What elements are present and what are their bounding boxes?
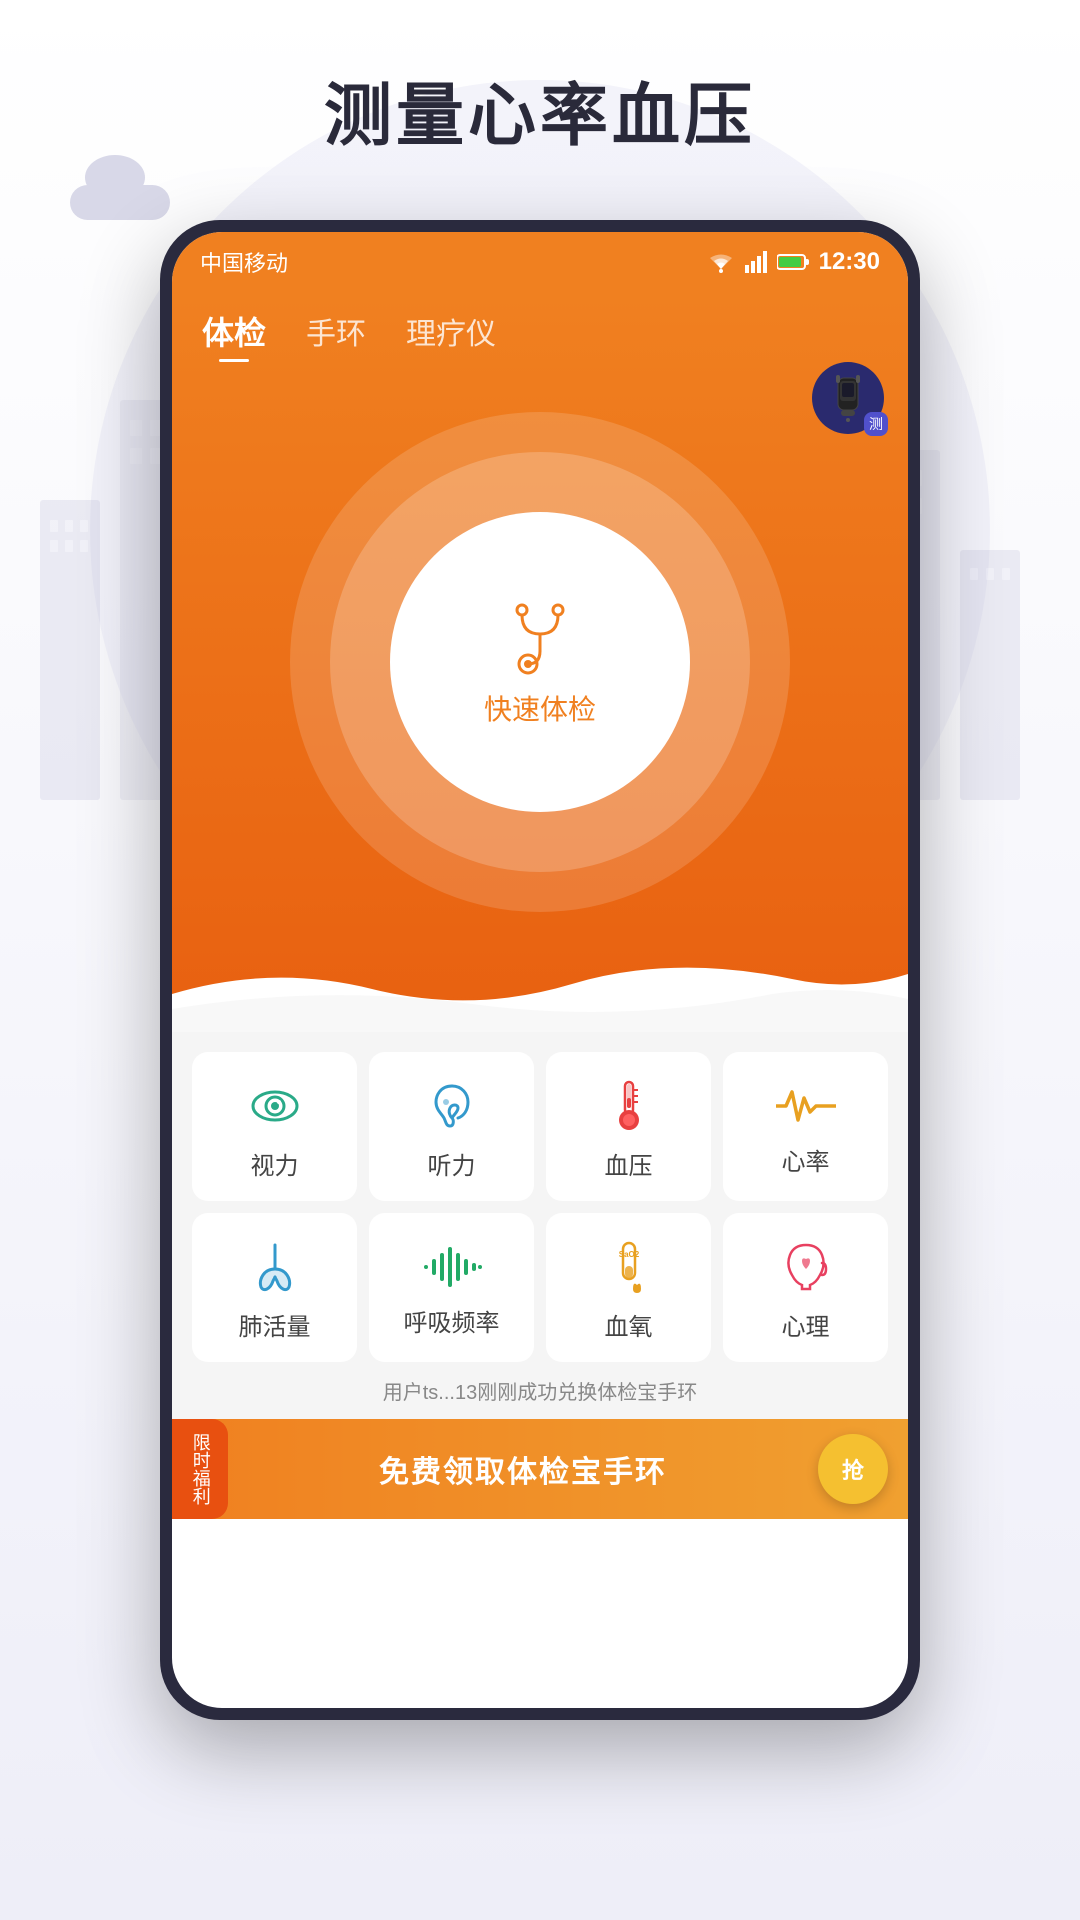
header-wave xyxy=(172,954,908,1032)
tab-liaoyi[interactable]: 理疗仪 xyxy=(406,309,496,361)
phone-screen: 中国移动 xyxy=(172,232,908,1708)
scan-label: 快速体检 xyxy=(484,688,596,728)
hearing-label: 听力 xyxy=(428,1146,476,1181)
tab-bar[interactable]: 体检 手环 理疗仪 xyxy=(172,292,908,370)
heartrate-label: 心率 xyxy=(782,1142,830,1177)
lung-icon xyxy=(249,1241,301,1293)
bloodtube-icon: SaO2 xyxy=(607,1241,651,1293)
bp-label: 血压 xyxy=(605,1146,653,1181)
carrier-label: 中国移动 xyxy=(200,246,288,278)
status-bar: 中国移动 xyxy=(172,232,908,292)
health-item-breath[interactable]: 呼吸频率 xyxy=(369,1213,534,1362)
stethoscope-icon xyxy=(500,596,580,676)
ear-icon xyxy=(430,1080,474,1132)
bottom-banner[interactable]: 限时福利 免费领取体检宝手环 抢 xyxy=(172,1419,908,1519)
device-badge-label: 测 xyxy=(864,412,888,436)
signal-icon xyxy=(745,251,767,273)
tab-tijian[interactable]: 体检 xyxy=(202,308,266,362)
status-right: 12:30 xyxy=(707,248,880,276)
scan-button[interactable]: 快速体检 xyxy=(390,512,690,812)
banner-text: 免费领取体检宝手环 xyxy=(228,1447,818,1491)
lung-label: 肺活量 xyxy=(239,1307,311,1342)
page-title: 测量心率血压 xyxy=(0,60,1080,159)
scan-outer-circle: 快速体检 xyxy=(290,412,790,912)
breath-label: 呼吸频率 xyxy=(404,1303,500,1338)
tab-shuhuan[interactable]: 手环 xyxy=(306,309,366,361)
cloud-decoration xyxy=(60,160,180,220)
header-area: 体检 手环 理疗仪 xyxy=(172,292,908,1032)
health-item-vision[interactable]: 视力 xyxy=(192,1052,357,1201)
heartrate-icon xyxy=(776,1084,836,1128)
mind-icon xyxy=(782,1241,830,1293)
status-time: 12:30 xyxy=(819,248,880,276)
svg-text:SaO2: SaO2 xyxy=(618,1250,639,1259)
health-item-lung[interactable]: 肺活量 xyxy=(192,1213,357,1362)
health-grid: 视力 听力 xyxy=(172,1032,908,1362)
bloodox-label: 血氧 xyxy=(605,1307,653,1342)
health-item-bloodox[interactable]: SaO2 血氧 xyxy=(546,1213,711,1362)
scan-mid-circle: 快速体检 xyxy=(330,452,750,872)
notification-bar: 用户ts...13刚刚成功兑换体检宝手环 xyxy=(172,1362,908,1419)
band-icon xyxy=(828,373,868,423)
soundwave-icon xyxy=(422,1245,482,1289)
thermometer-icon xyxy=(611,1080,647,1132)
banner-badge: 限时福利 xyxy=(172,1419,228,1519)
battery-icon xyxy=(777,253,809,271)
vision-label: 视力 xyxy=(251,1146,299,1181)
health-item-bp[interactable]: 血压 xyxy=(546,1052,711,1201)
eye-icon xyxy=(249,1080,301,1132)
health-item-heartrate[interactable]: 心率 xyxy=(723,1052,888,1201)
mental-label: 心理 xyxy=(782,1307,830,1342)
banner-grab-button[interactable]: 抢 xyxy=(818,1434,888,1504)
phone-frame: 中国移动 xyxy=(160,220,920,1720)
health-item-hearing[interactable]: 听力 xyxy=(369,1052,534,1201)
device-badge[interactable]: 测 xyxy=(812,362,884,434)
notification-text: 用户ts...13刚刚成功兑换体检宝手环 xyxy=(383,1382,697,1404)
wifi-icon xyxy=(707,251,735,273)
health-item-mental[interactable]: 心理 xyxy=(723,1213,888,1362)
